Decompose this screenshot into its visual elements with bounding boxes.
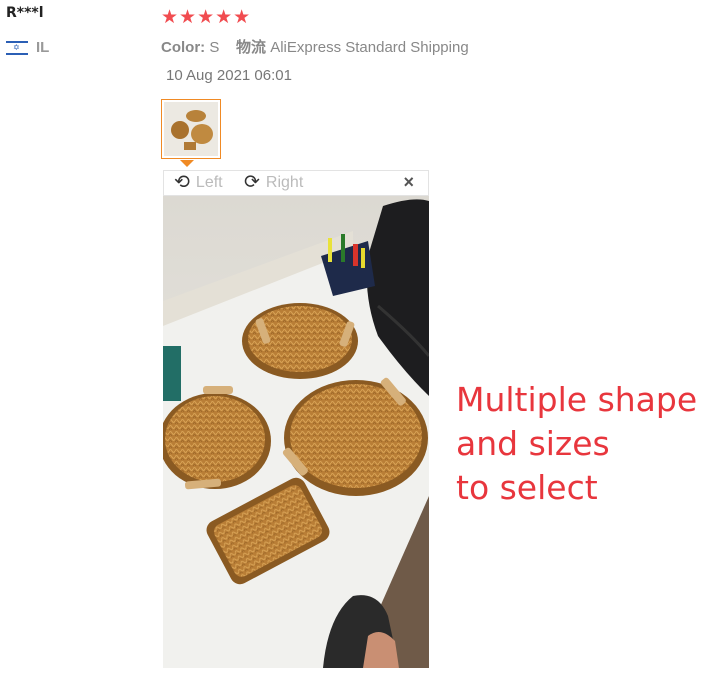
rotate-left-label: Left bbox=[195, 174, 223, 191]
overlay-line-3: to select bbox=[456, 468, 598, 507]
shipping-label: 物流 bbox=[236, 39, 267, 56]
thumbnail-caret bbox=[180, 160, 194, 167]
israel-flag-icon: ✡ bbox=[6, 41, 28, 55]
reviewer-country: IL bbox=[36, 39, 50, 56]
image-viewer-toolbar: ⟲ Left ⟳ Right × bbox=[163, 170, 429, 196]
rotate-right-label: Right bbox=[265, 174, 304, 191]
color-value: S bbox=[209, 39, 220, 56]
rotate-left-icon: ⟲ bbox=[174, 172, 190, 193]
promo-overlay-text: Multiple shape and sizes to select bbox=[456, 378, 697, 510]
review-photo-thumbnail[interactable] bbox=[161, 99, 221, 159]
rotate-left-button[interactable]: ⟲ Left bbox=[174, 173, 223, 193]
review-date: 10 Aug 2021 06:01 bbox=[166, 67, 292, 84]
rotate-right-icon: ⟳ bbox=[244, 172, 260, 193]
rotate-right-button[interactable]: ⟳ Right bbox=[244, 173, 303, 193]
reviewer-name: R***l bbox=[6, 5, 44, 21]
overlay-line-1: Multiple shape bbox=[456, 380, 698, 419]
overlay-line-2: and sizes bbox=[456, 424, 610, 463]
review-photo bbox=[163, 196, 429, 668]
review-attributes: Color: S 物流 AliExpress Standard Shipping bbox=[161, 36, 469, 57]
color-label: Color: bbox=[161, 39, 206, 56]
shipping-value: AliExpress Standard Shipping bbox=[270, 39, 469, 56]
rating-stars: ★★★★★ bbox=[161, 7, 252, 28]
close-icon[interactable]: × bbox=[403, 172, 414, 193]
